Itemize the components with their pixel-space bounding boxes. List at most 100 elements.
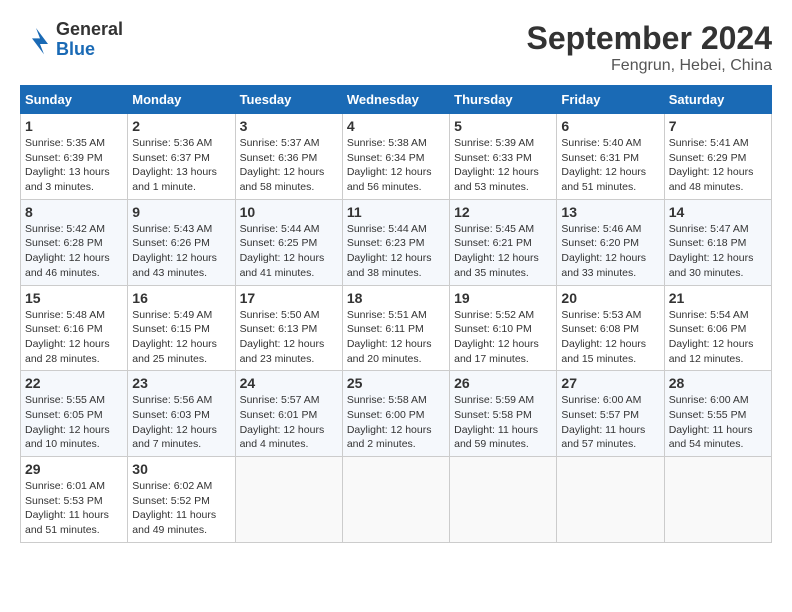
- day-number: 21: [669, 290, 767, 306]
- day-number: 26: [454, 375, 552, 391]
- logo-blue: Blue: [56, 39, 95, 59]
- day-number: 9: [132, 204, 230, 220]
- calendar-day-cell: 9 Sunrise: 5:43 AM Sunset: 6:26 PM Daylig…: [128, 199, 235, 285]
- day-info: Sunrise: 5:36 AM Sunset: 6:37 PM Dayligh…: [132, 136, 230, 195]
- day-info: Sunrise: 5:54 AM Sunset: 6:06 PM Dayligh…: [669, 308, 767, 367]
- logo-general: General: [56, 19, 123, 39]
- day-number: 30: [132, 461, 230, 477]
- calendar-day-cell: 16Sunrise: 5:49 AM Sunset: 6:15 PM Dayli…: [128, 285, 235, 371]
- day-number: 2: [132, 118, 230, 134]
- day-number: 8: [25, 204, 123, 220]
- day-number: 27: [561, 375, 659, 391]
- month-title: September 2024: [527, 20, 772, 57]
- day-number: 7: [669, 118, 767, 134]
- weekday-header-thursday: Thursday: [450, 86, 557, 114]
- day-number: 14: [669, 204, 767, 220]
- logo: General Blue: [20, 20, 123, 60]
- calendar-day-cell: 12Sunrise: 5:45 AM Sunset: 6:21 PM Dayli…: [450, 199, 557, 285]
- day-number: 15: [25, 290, 123, 306]
- day-info: Sunrise: 6:00 AM Sunset: 5:55 PM Dayligh…: [669, 393, 767, 452]
- day-number: 16: [132, 290, 230, 306]
- calendar-day-cell: 21 Sunrise: 5:54 AM Sunset: 6:06 PM Dayli…: [664, 285, 771, 371]
- day-info: Sunrise: 5:39 AM Sunset: 6:33 PM Dayligh…: [454, 136, 552, 195]
- day-info: Sunrise: 6:02 AM Sunset: 5:52 PM Dayligh…: [132, 479, 230, 538]
- calendar-week-row: 15 Sunrise: 5:48 AM Sunset: 6:16 PM Dayli…: [21, 285, 772, 371]
- logo-icon: [20, 24, 52, 56]
- empty-day-cell: [450, 457, 557, 543]
- calendar-day-cell: 30 Sunrise: 6:02 AM Sunset: 5:52 PM Dayli…: [128, 457, 235, 543]
- day-info: Sunrise: 5:44 AM Sunset: 6:25 PM Dayligh…: [240, 222, 338, 281]
- empty-day-cell: [664, 457, 771, 543]
- day-info: Sunrise: 5:37 AM Sunset: 6:36 PM Dayligh…: [240, 136, 338, 195]
- weekday-header-row: SundayMondayTuesdayWednesdayThursdayFrid…: [21, 86, 772, 114]
- weekday-header-friday: Friday: [557, 86, 664, 114]
- calendar-day-cell: 17 Sunrise: 5:50 AM Sunset: 6:13 PM Dayli…: [235, 285, 342, 371]
- day-info: Sunrise: 5:51 AM Sunset: 6:11 PM Dayligh…: [347, 308, 445, 367]
- calendar-day-cell: 13 Sunrise: 5:46 AM Sunset: 6:20 PM Dayli…: [557, 199, 664, 285]
- weekday-header-monday: Monday: [128, 86, 235, 114]
- day-number: 3: [240, 118, 338, 134]
- calendar-table: SundayMondayTuesdayWednesdayThursdayFrid…: [20, 85, 772, 543]
- day-number: 24: [240, 375, 338, 391]
- day-number: 25: [347, 375, 445, 391]
- empty-day-cell: [235, 457, 342, 543]
- calendar-week-row: 29 Sunrise: 6:01 AM Sunset: 5:53 PM Dayli…: [21, 457, 772, 543]
- day-info: Sunrise: 5:43 AM Sunset: 6:26 PM Dayligh…: [132, 222, 230, 281]
- calendar-week-row: 22Sunrise: 5:55 AM Sunset: 6:05 PM Dayli…: [21, 371, 772, 457]
- weekday-header-tuesday: Tuesday: [235, 86, 342, 114]
- calendar-day-cell: 26 Sunrise: 5:59 AM Sunset: 5:58 PM Dayli…: [450, 371, 557, 457]
- calendar-day-cell: 18 Sunrise: 5:51 AM Sunset: 6:11 PM Dayli…: [342, 285, 449, 371]
- day-info: Sunrise: 5:41 AM Sunset: 6:29 PM Dayligh…: [669, 136, 767, 195]
- day-info: Sunrise: 5:59 AM Sunset: 5:58 PM Dayligh…: [454, 393, 552, 452]
- calendar-day-cell: 23 Sunrise: 5:56 AM Sunset: 6:03 PM Dayli…: [128, 371, 235, 457]
- day-info: Sunrise: 5:48 AM Sunset: 6:16 PM Dayligh…: [25, 308, 123, 367]
- logo-text: General Blue: [56, 20, 123, 60]
- day-number: 13: [561, 204, 659, 220]
- day-info: Sunrise: 5:38 AM Sunset: 6:34 PM Dayligh…: [347, 136, 445, 195]
- day-number: 22: [25, 375, 123, 391]
- day-info: Sunrise: 5:58 AM Sunset: 6:00 PM Dayligh…: [347, 393, 445, 452]
- title-block: September 2024 Fengrun, Hebei, China: [527, 20, 772, 75]
- day-number: 28: [669, 375, 767, 391]
- day-number: 23: [132, 375, 230, 391]
- calendar-day-cell: 7 Sunrise: 5:41 AM Sunset: 6:29 PM Daylig…: [664, 114, 771, 200]
- page-header: General Blue September 2024 Fengrun, Heb…: [20, 20, 772, 75]
- calendar-day-cell: 6 Sunrise: 5:40 AM Sunset: 6:31 PM Daylig…: [557, 114, 664, 200]
- day-number: 29: [25, 461, 123, 477]
- day-info: Sunrise: 5:50 AM Sunset: 6:13 PM Dayligh…: [240, 308, 338, 367]
- weekday-header-sunday: Sunday: [21, 86, 128, 114]
- day-info: Sunrise: 5:40 AM Sunset: 6:31 PM Dayligh…: [561, 136, 659, 195]
- day-info: Sunrise: 5:56 AM Sunset: 6:03 PM Dayligh…: [132, 393, 230, 452]
- day-info: Sunrise: 5:44 AM Sunset: 6:23 PM Dayligh…: [347, 222, 445, 281]
- calendar-day-cell: 11 Sunrise: 5:44 AM Sunset: 6:23 PM Dayli…: [342, 199, 449, 285]
- day-info: Sunrise: 5:52 AM Sunset: 6:10 PM Dayligh…: [454, 308, 552, 367]
- day-info: Sunrise: 5:46 AM Sunset: 6:20 PM Dayligh…: [561, 222, 659, 281]
- day-number: 6: [561, 118, 659, 134]
- calendar-day-cell: 8Sunrise: 5:42 AM Sunset: 6:28 PM Daylig…: [21, 199, 128, 285]
- weekday-header-wednesday: Wednesday: [342, 86, 449, 114]
- day-info: Sunrise: 5:57 AM Sunset: 6:01 PM Dayligh…: [240, 393, 338, 452]
- day-number: 18: [347, 290, 445, 306]
- day-number: 10: [240, 204, 338, 220]
- empty-day-cell: [557, 457, 664, 543]
- day-info: Sunrise: 6:01 AM Sunset: 5:53 PM Dayligh…: [25, 479, 123, 538]
- calendar-week-row: 1 Sunrise: 5:35 AM Sunset: 6:39 PM Daylig…: [21, 114, 772, 200]
- empty-day-cell: [342, 457, 449, 543]
- calendar-day-cell: 5Sunrise: 5:39 AM Sunset: 6:33 PM Daylig…: [450, 114, 557, 200]
- day-number: 20: [561, 290, 659, 306]
- calendar-day-cell: 20 Sunrise: 5:53 AM Sunset: 6:08 PM Dayli…: [557, 285, 664, 371]
- calendar-day-cell: 27 Sunrise: 6:00 AM Sunset: 5:57 PM Dayli…: [557, 371, 664, 457]
- calendar-week-row: 8Sunrise: 5:42 AM Sunset: 6:28 PM Daylig…: [21, 199, 772, 285]
- day-number: 17: [240, 290, 338, 306]
- day-info: Sunrise: 6:00 AM Sunset: 5:57 PM Dayligh…: [561, 393, 659, 452]
- day-info: Sunrise: 5:35 AM Sunset: 6:39 PM Dayligh…: [25, 136, 123, 195]
- calendar-day-cell: 14Sunrise: 5:47 AM Sunset: 6:18 PM Dayli…: [664, 199, 771, 285]
- calendar-day-cell: 19Sunrise: 5:52 AM Sunset: 6:10 PM Dayli…: [450, 285, 557, 371]
- calendar-day-cell: 2 Sunrise: 5:36 AM Sunset: 6:37 PM Daylig…: [128, 114, 235, 200]
- calendar-day-cell: 25 Sunrise: 5:58 AM Sunset: 6:00 PM Dayli…: [342, 371, 449, 457]
- calendar-day-cell: 4Sunrise: 5:38 AM Sunset: 6:34 PM Daylig…: [342, 114, 449, 200]
- day-number: 1: [25, 118, 123, 134]
- day-number: 11: [347, 204, 445, 220]
- calendar-day-cell: 28 Sunrise: 6:00 AM Sunset: 5:55 PM Dayli…: [664, 371, 771, 457]
- day-info: Sunrise: 5:53 AM Sunset: 6:08 PM Dayligh…: [561, 308, 659, 367]
